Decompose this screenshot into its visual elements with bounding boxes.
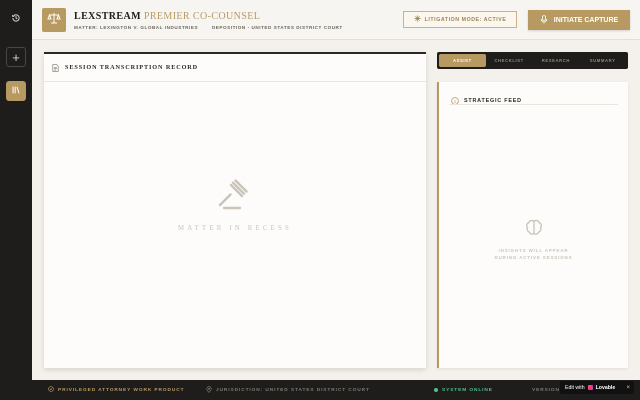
scales-icon — [47, 11, 61, 30]
feed-divider — [449, 104, 618, 105]
assistant-tabs: ASSIST CHECKLIST RESEARCH SUMMARY — [437, 52, 628, 69]
brand-main: LEXSTREAM — [74, 11, 141, 22]
location-pin-icon — [206, 385, 212, 395]
microphone-icon — [540, 14, 548, 26]
strategic-feed-panel: STRATEGIC FEED INSIGHTS WILL APPEAR DURI… — [437, 82, 628, 368]
transcription-title: SESSION TRANSCRIPTION RECORD — [65, 64, 199, 71]
info-icon — [451, 92, 459, 110]
app-header: LEXSTREAM PREMIER CO-COUNSEL MATTER: LEX… — [32, 0, 640, 40]
gavel-icon — [215, 179, 255, 218]
sparkle-icon — [413, 15, 421, 24]
feed-empty-line-1: INSIGHTS WILL APPEAR — [498, 248, 569, 253]
transcription-panel: SESSION TRANSCRIPTION RECORD MATTER IN R… — [44, 52, 426, 368]
shield-icon — [48, 386, 54, 394]
version-info: VERSION — [532, 380, 560, 400]
left-rail: + — [0, 0, 32, 400]
tab-research[interactable]: RESEARCH — [533, 54, 580, 67]
feed-empty-state: INSIGHTS WILL APPEAR DURING ACTIVE SESSI… — [439, 217, 628, 261]
lovable-brand-label: Lovable — [595, 384, 616, 391]
app-logo — [42, 8, 66, 32]
matter-meta: MATTER: LEXINGTON V. GLOBAL INDUSTRIES D… — [74, 25, 343, 30]
matter-label: MATTER: LEXINGTON V. GLOBAL INDUSTRIES — [74, 25, 199, 30]
plus-icon: + — [12, 49, 20, 65]
jurisdiction-notice: JURISDICTION: UNITED STATES DISTRICT COU… — [206, 380, 370, 400]
badge-close-button[interactable]: × — [626, 381, 630, 394]
brand-accent: PREMIER CO-COUNSEL — [143, 11, 261, 22]
library-icon — [11, 85, 21, 98]
history-icon — [11, 13, 21, 26]
history-button[interactable] — [6, 9, 26, 29]
privileged-label: PRIVILEGED ATTORNEY WORK PRODUCT — [58, 387, 185, 393]
mode-label: LITIGATION MODE: ACTIVE — [424, 16, 507, 23]
feed-empty-line-2: DURING ACTIVE SESSIONS — [494, 255, 573, 260]
tab-checklist[interactable]: CHECKLIST — [486, 54, 533, 67]
version-label: VERSION — [532, 387, 560, 393]
document-icon — [52, 59, 59, 77]
capture-label: INITIATE CAPTURE — [553, 16, 619, 24]
transcription-header: SESSION TRANSCRIPTION RECORD — [44, 54, 426, 82]
initiate-capture-button[interactable]: INITIATE CAPTURE — [528, 10, 630, 30]
feed-header: STRATEGIC FEED — [451, 92, 522, 110]
tab-summary[interactable]: SUMMARY — [579, 54, 626, 67]
lovable-logo-icon — [587, 385, 593, 390]
deposition-label: DEPOSITION - UNITED STATES DISTRICT COUR… — [211, 25, 343, 30]
status-dot-icon — [434, 388, 438, 392]
edit-with-lovable-badge[interactable]: Edit with Lovable × — [560, 381, 634, 394]
brain-icon — [524, 219, 544, 241]
tab-assist[interactable]: ASSIST — [439, 54, 486, 67]
edit-with-label: Edit with — [565, 384, 585, 391]
recess-label: MATTER IN RECESS — [178, 225, 292, 232]
library-button[interactable] — [6, 81, 26, 101]
jurisdiction-label: JURISDICTION: UNITED STATES DISTRICT COU… — [216, 387, 370, 393]
litigation-mode-badge: LITIGATION MODE: ACTIVE — [403, 11, 517, 28]
system-status-label: SYSTEM ONLINE — [442, 387, 493, 393]
status-footer: PRIVILEGED ATTORNEY WORK PRODUCT JURISDI… — [32, 380, 640, 400]
recess-empty-state: MATTER IN RECESS — [44, 174, 426, 232]
system-status: SYSTEM ONLINE — [434, 380, 493, 400]
brand-title: LEXSTREAM PREMIER CO-COUNSEL — [74, 11, 260, 22]
privileged-notice: PRIVILEGED ATTORNEY WORK PRODUCT — [48, 380, 184, 400]
new-session-button[interactable]: + — [6, 47, 26, 67]
